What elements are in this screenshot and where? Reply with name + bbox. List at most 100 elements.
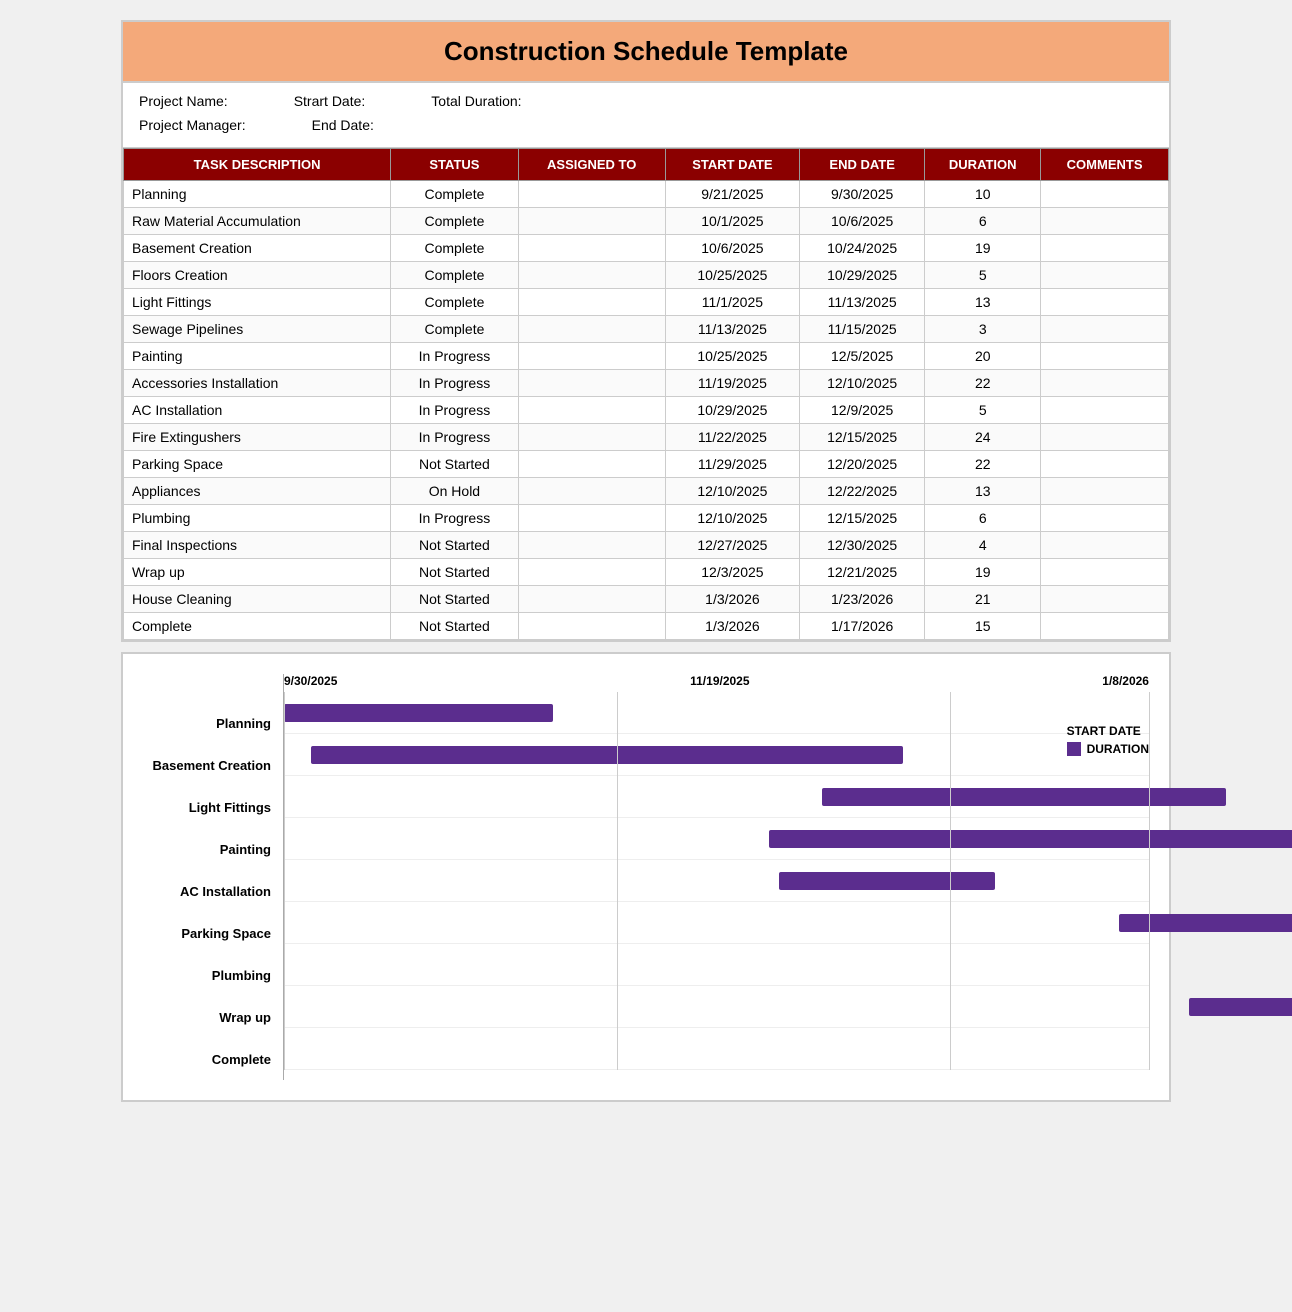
status-cell: Complete (391, 316, 518, 343)
duration-cell: 3 (925, 316, 1041, 343)
task-cell: Parking Space (124, 451, 391, 478)
start-cell: 10/25/2025 (665, 262, 799, 289)
end-cell: 12/30/2025 (800, 532, 925, 559)
table-header-row: TASK DESCRIPTION STATUS ASSIGNED TO STAR… (124, 149, 1169, 181)
duration-cell: 4 (925, 532, 1041, 559)
end-date-label: End Date: (312, 117, 374, 133)
chart-y-label: Planning (143, 702, 275, 744)
project-manager-field: Project Manager: (139, 117, 252, 133)
start-cell: 10/6/2025 (665, 235, 799, 262)
duration-cell: 22 (925, 451, 1041, 478)
chart-y-label: Basement Creation (143, 744, 275, 786)
comments-cell (1041, 343, 1169, 370)
status-cell: In Progress (391, 424, 518, 451)
assigned-cell (518, 181, 665, 208)
duration-cell: 24 (925, 424, 1041, 451)
task-cell: Painting (124, 343, 391, 370)
x-label-1: 11/19/2025 (690, 674, 749, 688)
end-cell: 12/15/2025 (800, 505, 925, 532)
task-cell: Accessories Installation (124, 370, 391, 397)
table-row: Fire Extingushers In Progress 11/22/2025… (124, 424, 1169, 451)
table-row: Plumbing In Progress 12/10/2025 12/15/20… (124, 505, 1169, 532)
table-row: Painting In Progress 10/25/2025 12/5/202… (124, 343, 1169, 370)
status-cell: Not Started (391, 586, 518, 613)
comments-cell (1041, 181, 1169, 208)
duration-cell: 6 (925, 505, 1041, 532)
gantt-bar (822, 788, 1226, 806)
project-name-label: Project Name: (139, 93, 228, 109)
legend-duration: DURATION (1067, 742, 1149, 756)
chart-row (284, 818, 1149, 860)
comments-cell (1041, 235, 1169, 262)
col-end: END DATE (800, 149, 925, 181)
status-cell: Not Started (391, 559, 518, 586)
table-row: Appliances On Hold 12/10/2025 12/22/2025… (124, 478, 1169, 505)
comments-cell (1041, 532, 1169, 559)
comments-cell (1041, 559, 1169, 586)
gantt-bar (1189, 998, 1292, 1016)
task-cell: Basement Creation (124, 235, 391, 262)
task-cell: Fire Extingushers (124, 424, 391, 451)
start-cell: 11/1/2025 (665, 289, 799, 316)
assigned-cell (518, 532, 665, 559)
chart-y-labels: PlanningBasement CreationLight FittingsP… (143, 674, 283, 1080)
meta-row-2: Project Manager: End Date: (139, 117, 1153, 133)
table-row: Planning Complete 9/21/2025 9/30/2025 10 (124, 181, 1169, 208)
chart-y-label: Wrap up (143, 996, 275, 1038)
status-cell: Complete (391, 235, 518, 262)
chart-y-label: Plumbing (143, 954, 275, 996)
table-row: AC Installation In Progress 10/29/2025 1… (124, 397, 1169, 424)
duration-cell: 6 (925, 208, 1041, 235)
chart-y-label: Painting (143, 828, 275, 870)
start-cell: 10/29/2025 (665, 397, 799, 424)
comments-cell (1041, 451, 1169, 478)
end-cell: 12/5/2025 (800, 343, 925, 370)
assigned-cell (518, 289, 665, 316)
table-row: Floors Creation Complete 10/25/2025 10/2… (124, 262, 1169, 289)
start-date-legend-label: START DATE (1067, 724, 1141, 738)
duration-cell: 10 (925, 181, 1041, 208)
status-cell: Complete (391, 208, 518, 235)
start-cell: 12/10/2025 (665, 505, 799, 532)
comments-cell (1041, 262, 1169, 289)
x-label-0: 9/30/2025 (284, 674, 337, 688)
chart-container: PlanningBasement CreationLight FittingsP… (121, 652, 1171, 1102)
start-date-label: Strart Date: (294, 93, 366, 109)
col-assigned: ASSIGNED TO (518, 149, 665, 181)
duration-cell: 21 (925, 586, 1041, 613)
col-task: TASK DESCRIPTION (124, 149, 391, 181)
gantt-bar (311, 746, 903, 764)
comments-cell (1041, 478, 1169, 505)
duration-cell: 13 (925, 289, 1041, 316)
task-cell: Wrap up (124, 559, 391, 586)
table-row: Wrap up Not Started 12/3/2025 12/21/2025… (124, 559, 1169, 586)
col-start: START DATE (665, 149, 799, 181)
status-cell: Not Started (391, 451, 518, 478)
col-comments: COMMENTS (1041, 149, 1169, 181)
status-cell: Not Started (391, 532, 518, 559)
table-row: Accessories Installation In Progress 11/… (124, 370, 1169, 397)
meta-row-1: Project Name: Strart Date: Total Duratio… (139, 93, 1153, 109)
chart-row (284, 986, 1149, 1028)
task-cell: Planning (124, 181, 391, 208)
assigned-cell (518, 586, 665, 613)
assigned-cell (518, 478, 665, 505)
assigned-cell (518, 316, 665, 343)
assigned-cell (518, 559, 665, 586)
gantt-bar (1119, 914, 1292, 932)
end-cell: 12/10/2025 (800, 370, 925, 397)
assigned-cell (518, 370, 665, 397)
total-duration-label: Total Duration: (431, 93, 521, 109)
end-cell: 12/21/2025 (800, 559, 925, 586)
chart-label-list: PlanningBasement CreationLight FittingsP… (143, 702, 275, 1080)
end-cell: 11/13/2025 (800, 289, 925, 316)
duration-legend-label: DURATION (1087, 742, 1149, 756)
end-cell: 10/29/2025 (800, 262, 925, 289)
task-cell: House Cleaning (124, 586, 391, 613)
comments-cell (1041, 397, 1169, 424)
gridline (1149, 692, 1150, 1070)
duration-cell: 19 (925, 235, 1041, 262)
gantt-bar (769, 830, 1292, 848)
status-cell: On Hold (391, 478, 518, 505)
status-cell: In Progress (391, 343, 518, 370)
